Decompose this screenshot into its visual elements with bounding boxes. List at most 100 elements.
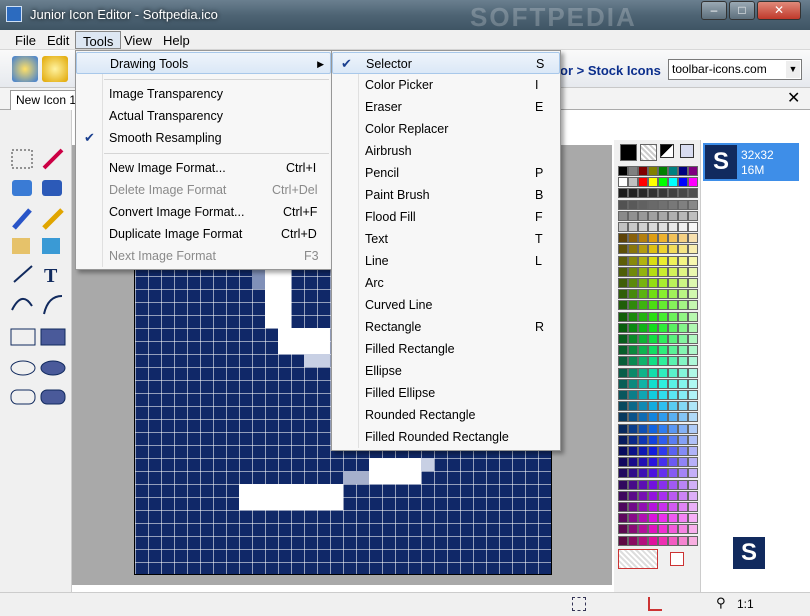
- palette-swatch[interactable]: [638, 468, 648, 479]
- palette-swatch[interactable]: [628, 278, 638, 288]
- palette-swatch[interactable]: [628, 300, 638, 311]
- icon-source-combo[interactable]: toolbar-icons.com ▼: [668, 59, 802, 80]
- palette-swatch[interactable]: [688, 468, 698, 479]
- palette-swatch[interactable]: [658, 233, 668, 244]
- palette-swatch[interactable]: [628, 166, 638, 176]
- palette-swatch[interactable]: [658, 378, 668, 389]
- palette-swatch[interactable]: [628, 289, 638, 300]
- palette-swatch[interactable]: [658, 367, 668, 378]
- palette-swatch[interactable]: [618, 513, 628, 524]
- palette-swatch[interactable]: [668, 502, 678, 512]
- palette-swatch[interactable]: [688, 446, 698, 456]
- palette-swatch[interactable]: [658, 255, 668, 266]
- palette-swatch[interactable]: [618, 446, 628, 456]
- menu-item-line[interactable]: Line L: [332, 250, 560, 272]
- palette-swatch[interactable]: [628, 423, 638, 434]
- palette-swatch[interactable]: [618, 535, 628, 546]
- palette-swatch[interactable]: [648, 300, 658, 311]
- palette-swatch[interactable]: [668, 434, 678, 445]
- palette-swatch[interactable]: [678, 356, 688, 367]
- menu-item-paint-brush[interactable]: Paint Brush B: [332, 184, 560, 206]
- menu-edit[interactable]: Edit: [40, 31, 76, 49]
- palette-swatch[interactable]: [638, 457, 648, 468]
- palette-swatch[interactable]: [688, 535, 698, 546]
- palette-swatch[interactable]: [678, 412, 688, 423]
- palette-swatch[interactable]: [658, 334, 668, 344]
- palette-swatch[interactable]: [628, 345, 638, 356]
- palette-swatch[interactable]: [638, 311, 648, 322]
- palette-swatch[interactable]: [658, 490, 668, 501]
- palette-swatch[interactable]: [628, 412, 638, 423]
- palette-swatch[interactable]: [688, 210, 698, 221]
- palette-swatch[interactable]: [678, 390, 688, 400]
- palette-swatch[interactable]: [638, 390, 648, 400]
- palette-swatch[interactable]: [648, 513, 658, 524]
- palette-swatch[interactable]: [638, 278, 648, 288]
- palette-swatch[interactable]: [658, 266, 668, 277]
- palette-swatch[interactable]: [638, 166, 648, 176]
- palette-swatch[interactable]: [628, 222, 638, 232]
- palette-swatch[interactable]: [668, 289, 678, 300]
- palette-swatch[interactable]: [648, 345, 658, 356]
- palette-swatch[interactable]: [678, 334, 688, 344]
- menu-item-image-transparency[interactable]: Image Transparency: [76, 83, 331, 105]
- menu-item-color-picker[interactable]: Color Picker I: [332, 74, 560, 96]
- palette-swatch[interactable]: [618, 423, 628, 434]
- palette-swatch[interactable]: [678, 502, 688, 512]
- palette-swatch[interactable]: [638, 233, 648, 244]
- palette-swatch[interactable]: [658, 278, 668, 288]
- maximize-button[interactable]: □: [729, 1, 755, 20]
- menu-item-curved-line[interactable]: Curved Line: [332, 294, 560, 316]
- menu-item-text[interactable]: Text T: [332, 228, 560, 250]
- palette-swatch[interactable]: [678, 468, 688, 479]
- palette-swatch[interactable]: [618, 255, 628, 266]
- palette-swatch[interactable]: [638, 434, 648, 445]
- palette-swatch[interactable]: [658, 434, 668, 445]
- palette-swatch[interactable]: [688, 490, 698, 501]
- menu-item-eraser[interactable]: Eraser E: [332, 96, 560, 118]
- palette-swatch[interactable]: [648, 502, 658, 512]
- palette-swatch[interactable]: [648, 222, 658, 232]
- palette-swatch[interactable]: [668, 177, 678, 188]
- palette-swatch[interactable]: [618, 412, 628, 423]
- palette-swatch[interactable]: [668, 390, 678, 400]
- palette-swatch[interactable]: [618, 401, 628, 412]
- palette-swatch[interactable]: [628, 322, 638, 333]
- palette-swatch[interactable]: [648, 244, 658, 255]
- palette-swatch[interactable]: [618, 356, 628, 367]
- palette-swatch[interactable]: [628, 311, 638, 322]
- palette-swatch[interactable]: [678, 266, 688, 277]
- palette-swatch[interactable]: [648, 434, 658, 445]
- palette-swatch[interactable]: [638, 535, 648, 546]
- palette-swatch[interactable]: [688, 390, 698, 400]
- palette-swatch[interactable]: [688, 289, 698, 300]
- palette-swatch[interactable]: [668, 210, 678, 221]
- palette-swatch[interactable]: [628, 390, 638, 400]
- palette-swatch[interactable]: [618, 468, 628, 479]
- palette-swatch[interactable]: [688, 513, 698, 524]
- palette-swatch[interactable]: [658, 446, 668, 456]
- palette-swatch[interactable]: [638, 378, 648, 389]
- menu-file[interactable]: File: [8, 31, 43, 49]
- palette-swatch[interactable]: [668, 513, 678, 524]
- palette-swatch[interactable]: [628, 479, 638, 490]
- palette-swatch[interactable]: [658, 479, 668, 490]
- palette-swatch[interactable]: [618, 289, 628, 300]
- palette-swatch[interactable]: [668, 535, 678, 546]
- palette-swatch[interactable]: [648, 177, 658, 188]
- transparent-swatch[interactable]: [618, 549, 658, 569]
- palette-swatch[interactable]: [668, 266, 678, 277]
- palette-swatch[interactable]: [678, 311, 688, 322]
- close-tab-icon[interactable]: ✕: [787, 88, 800, 108]
- palette-swatch[interactable]: [638, 513, 648, 524]
- menu-item-smooth-resampling[interactable]: ✔ Smooth Resampling: [76, 127, 331, 149]
- palette-swatch[interactable]: [668, 446, 678, 456]
- palette-swatch[interactable]: [668, 401, 678, 412]
- chevron-down-icon[interactable]: ▼: [786, 61, 800, 78]
- palette-swatch[interactable]: [688, 188, 698, 199]
- menu-item-ellipse[interactable]: Ellipse: [332, 360, 560, 382]
- palette-swatch[interactable]: [688, 334, 698, 344]
- palette-swatch[interactable]: [668, 490, 678, 501]
- palette-swatch[interactable]: [628, 210, 638, 221]
- palette-swatch[interactable]: [668, 524, 678, 535]
